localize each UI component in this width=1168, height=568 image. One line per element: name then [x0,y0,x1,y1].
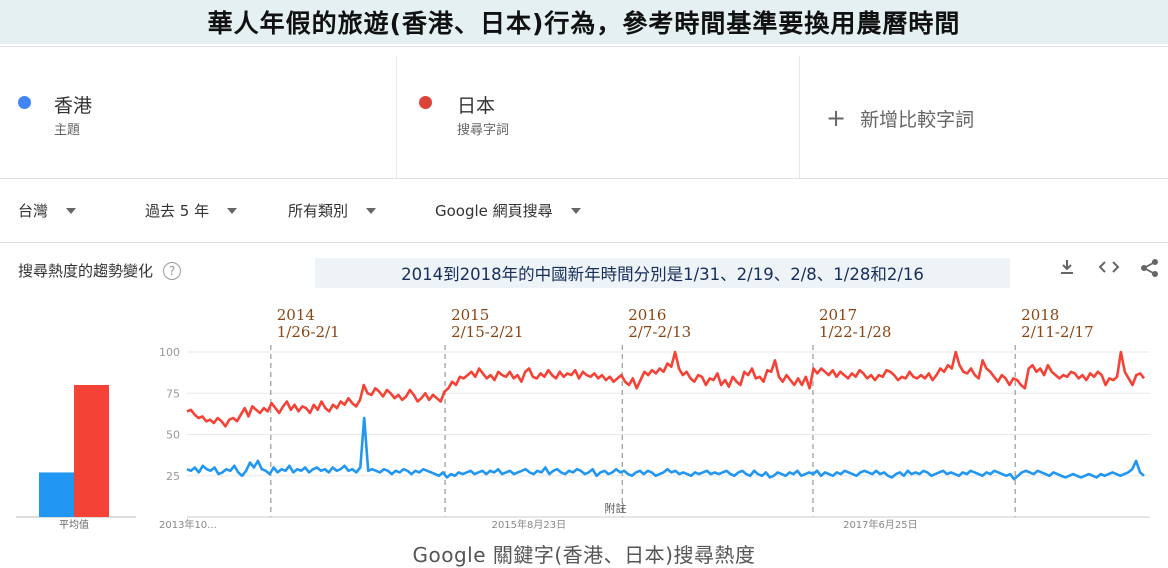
event-range-label: 1/26-2/1 [277,323,340,341]
caret-down-icon [227,207,238,214]
series-line-0 [186,416,1145,481]
share-icon[interactable] [1140,258,1160,283]
y-tick-label: 25 [166,470,180,483]
page-title: 華人年假的旅遊(香港、日本)行為，參考時間基準要換用農曆時間 [0,0,1168,44]
region-dropdown[interactable]: 台灣 [18,200,77,221]
event-year-label: 2014 [277,306,315,324]
region-value: 台灣 [18,202,49,220]
term-type: 搜尋字詞 [457,123,510,138]
caret-down-icon [66,207,77,214]
event-range-label: 2/7-2/13 [628,323,691,341]
caret-down-icon [570,207,581,214]
download-icon[interactable] [1058,258,1076,281]
divider [0,242,1168,243]
footer-caption: Google 關鍵字(香港、日本)搜尋熱度 [412,543,756,567]
average-bar-0 [39,472,74,517]
section-title-text: 搜尋熱度的趨勢變化 [18,262,154,280]
y-tick-label: 100 [159,346,180,359]
average-bar-chart: 平均值 [16,385,136,531]
event-range-label: 2/15-2/21 [451,323,523,341]
annotation-label: 附註 [605,501,627,515]
event-range-label: 1/22-1/28 [819,323,891,341]
term-card-hongkong[interactable]: 香港 主題 [0,56,397,178]
filter-bar: 台灣 過去 5 年 所有類別 Google 網頁搜尋 [0,188,1168,234]
term-name: 日本 [457,95,496,117]
category-dropdown[interactable]: 所有類別 [288,200,377,221]
caret-down-icon [366,207,377,214]
series-line-1 [186,350,1146,428]
event-year-label: 2015 [451,306,489,324]
event-year-label: 2018 [1021,306,1059,324]
plus-icon: + [826,104,847,132]
add-term-label: 新增比較字詞 [860,108,975,131]
x-tick-label: 2013年10... [159,518,217,531]
divider [0,46,1168,47]
trend-chart: 平均值 255075100 20141/26-2/120152/15-2/212… [16,306,1150,531]
period-dropdown[interactable]: 過去 5 年 [145,200,238,221]
help-icon[interactable]: ? [163,261,182,280]
term-color-dot [18,96,31,109]
terms-row: 香港 主題 日本 搜尋字詞 [0,56,1168,178]
chart-axes: 2013年10... 2015年8月23日 2017年6月25日 [159,516,1150,531]
term-type: 主題 [54,123,81,138]
section-title: 搜尋熱度的趨勢變化 ? [18,260,182,281]
event-year-label: 2017 [819,306,857,324]
embed-icon[interactable] [1098,258,1120,281]
term-card-japan[interactable]: 日本 搜尋字詞 [397,56,800,178]
term-color-dot [419,96,432,109]
chart-series [186,350,1146,481]
x-tick-label: 2015年8月23日 [492,518,567,531]
event-year-label: 2016 [628,306,666,324]
category-value: 所有類別 [288,202,349,220]
event-range-label: 2/11-2/17 [1021,323,1093,341]
note-banner: 2014到2018年的中國新年時間分別是1/31、2/19、2/8、1/28和2… [315,258,1010,288]
search-type-dropdown[interactable]: Google 網頁搜尋 [435,200,581,221]
y-tick-label: 75 [166,387,180,400]
period-value: 過去 5 年 [145,202,210,220]
x-tick-label: 2017年6月25日 [843,518,918,531]
y-tick-label: 50 [166,429,180,442]
divider [0,178,1168,179]
event-markers: 20141/26-2/1 20152/15-2/21 20162/7-2/13 201… [270,306,1094,517]
add-term-button[interactable]: + 新增比較字詞 [826,104,974,132]
chart-grid: 25 50 75 100 [159,346,1150,483]
search-type-value: Google 網頁搜尋 [435,202,553,220]
term-name: 香港 [54,95,93,117]
average-label: 平均值 [59,518,89,531]
average-bar-1 [74,385,109,517]
